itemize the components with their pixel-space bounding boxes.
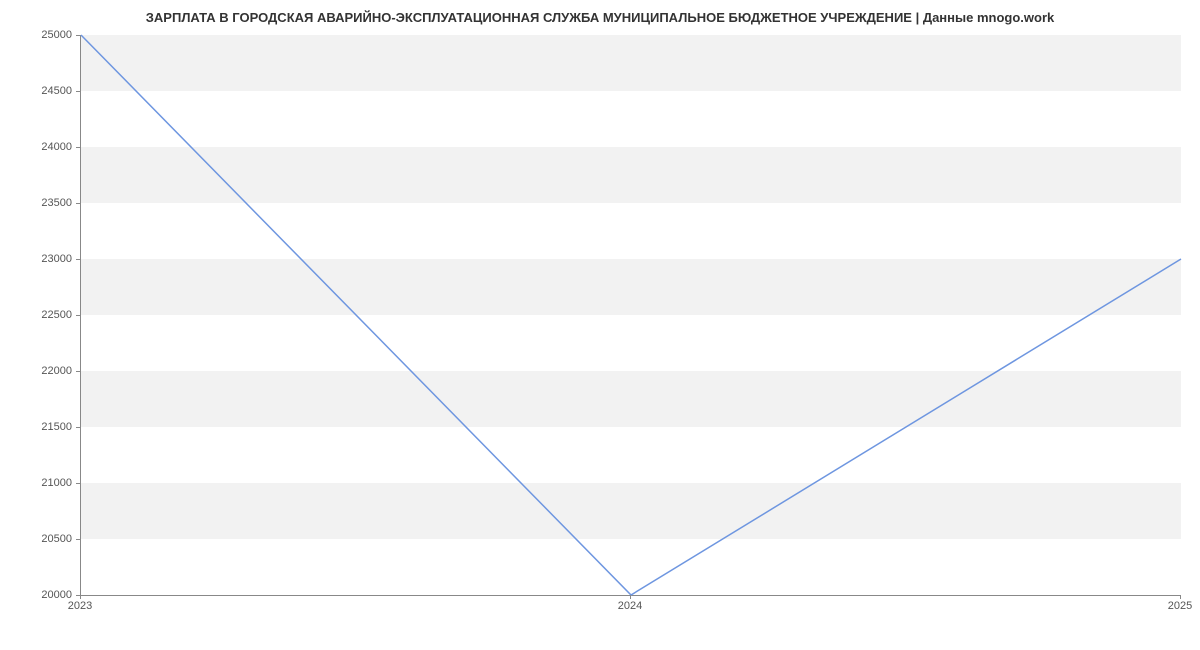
y-tick-mark [76,91,80,92]
y-tick-mark [76,147,80,148]
y-tick-label: 23000 [12,253,72,265]
y-tick-label: 24000 [12,141,72,153]
x-tick-mark [1180,595,1181,599]
y-tick-label: 25000 [12,29,72,41]
y-tick-mark [76,315,80,316]
y-tick-label: 23500 [12,197,72,209]
x-tick-label: 2023 [68,600,92,612]
x-tick-label: 2024 [618,600,642,612]
y-tick-label: 22000 [12,365,72,377]
line-series [81,35,1181,595]
y-tick-label: 21000 [12,477,72,489]
x-tick-label: 2025 [1168,600,1192,612]
y-tick-mark [76,371,80,372]
y-tick-label: 21500 [12,421,72,433]
y-tick-label: 24500 [12,85,72,97]
y-tick-label: 20000 [12,589,72,601]
y-tick-mark [76,427,80,428]
y-tick-label: 22500 [12,309,72,321]
y-tick-mark [76,35,80,36]
y-tick-mark [76,259,80,260]
y-tick-label: 20500 [12,533,72,545]
y-tick-mark [76,483,80,484]
plot-area [80,35,1181,596]
y-tick-mark [76,539,80,540]
chart-title: ЗАРПЛАТА В ГОРОДСКАЯ АВАРИЙНО-ЭКСПЛУАТАЦ… [0,0,1200,30]
y-tick-mark [76,203,80,204]
chart-container: ЗАРПЛАТА В ГОРОДСКАЯ АВАРИЙНО-ЭКСПЛУАТАЦ… [0,0,1200,650]
x-tick-mark [80,595,81,599]
x-tick-mark [630,595,631,599]
